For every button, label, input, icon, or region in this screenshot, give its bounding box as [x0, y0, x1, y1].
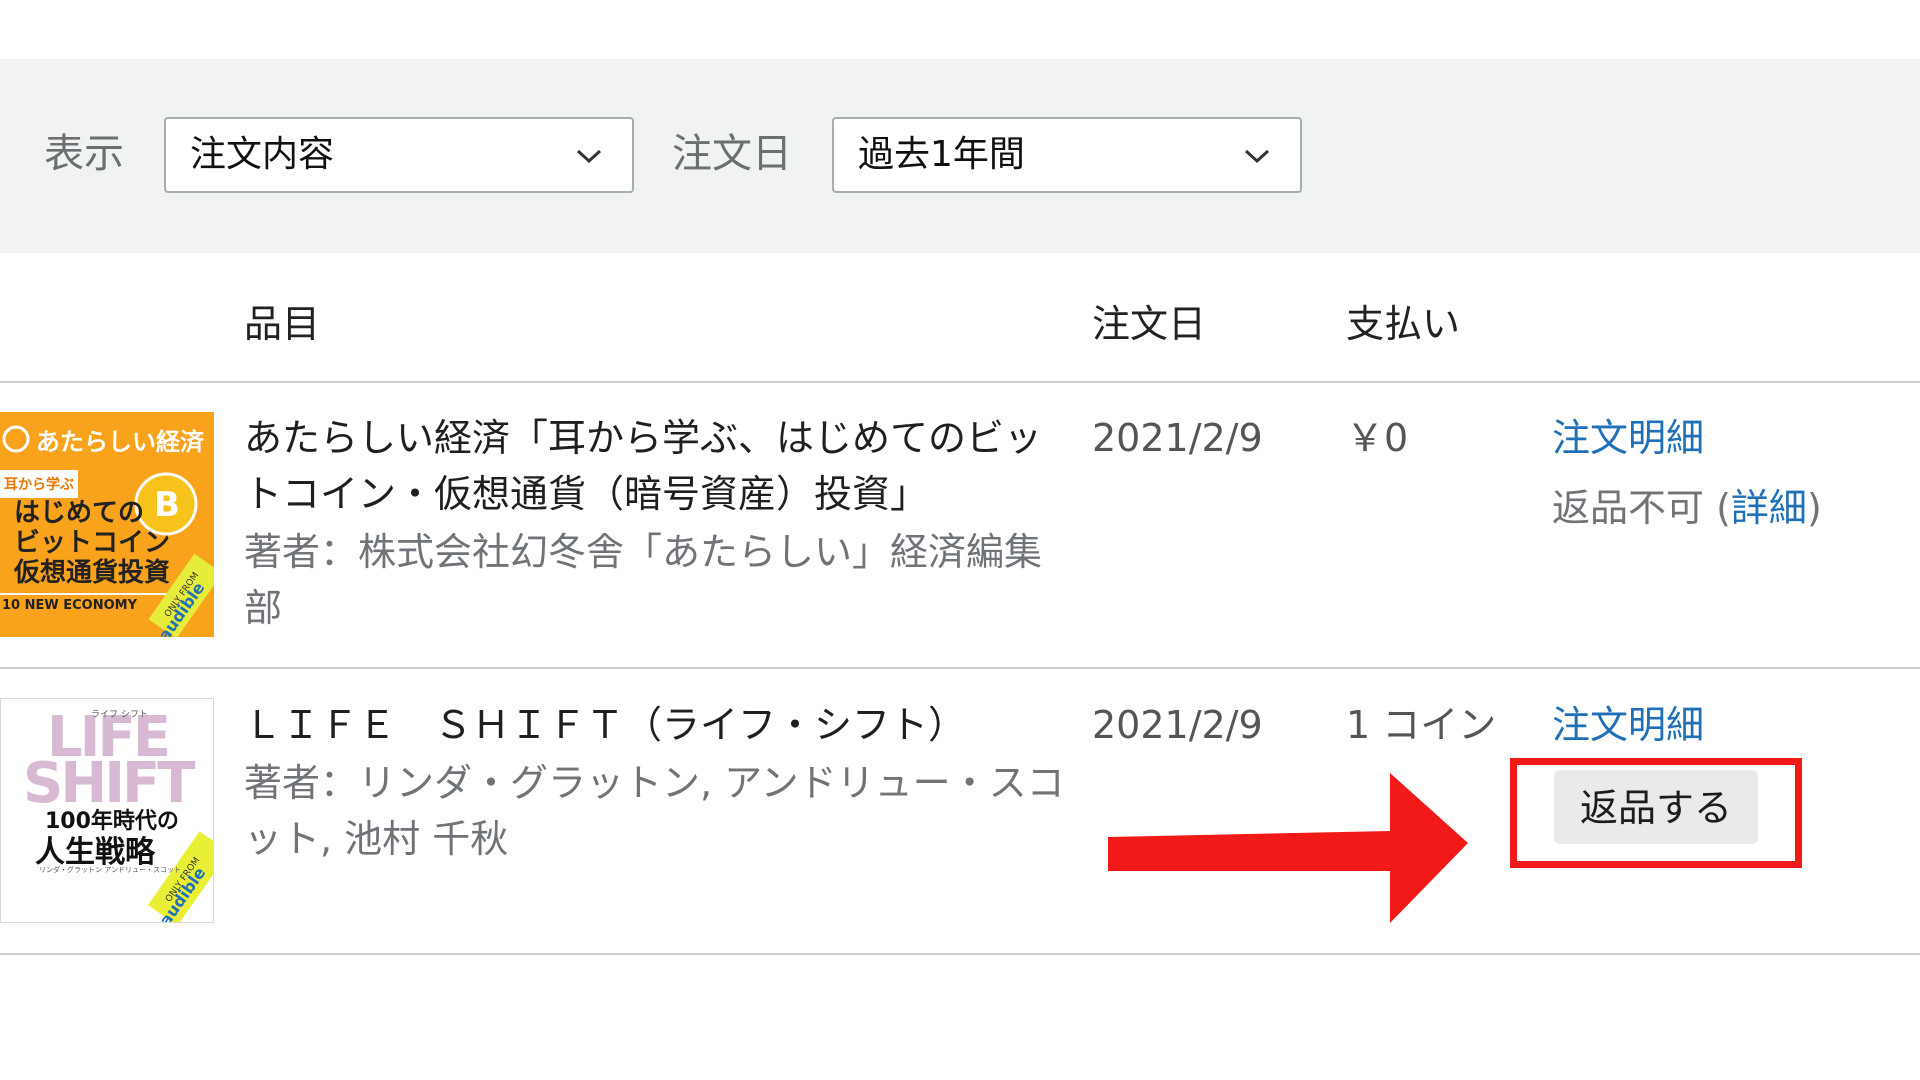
order-1-title-link[interactable]: あたらしい経済「耳から学ぶ、はじめてのビットコイン・仮想通貨（暗号資産）投資」: [244, 410, 1074, 522]
column-header-payment: 支払い: [1346, 302, 1461, 346]
order-2-title-link[interactable]: ＬＩＦＥ ＳＨＩＦＴ（ライフ・シフト）: [244, 697, 1074, 753]
order-1-return-status: 返品不可 (詳細): [1552, 480, 1822, 536]
display-filter-value: 注文内容: [190, 134, 335, 175]
return-paren-close: ): [1806, 486, 1822, 530]
row-divider: [0, 953, 1920, 955]
date-filter-value: 過去1年間: [858, 134, 1025, 175]
chevron-down-icon: [576, 149, 602, 164]
cover-brand-text: あたらしい経済: [36, 428, 204, 456]
return-paren-open: (: [1704, 486, 1731, 530]
cover-footer-text: 10 NEW ECONOMY: [2, 598, 137, 613]
annotation-highlight-box: [1510, 758, 1802, 868]
order-1-author: 著者：株式会社幻冬舎「あたらしい」経済編集部: [244, 530, 1043, 630]
order-2-details-link[interactable]: 注文明細: [1552, 697, 1704, 753]
header-divider: [0, 381, 1920, 383]
annotation-arrow-right-icon: [1108, 773, 1468, 923]
order-2-date: 2021/2/9: [1092, 703, 1263, 747]
order-2-author: 著者：リンダ・グラットン, アンドリュー・スコット, 池村 千秋: [244, 761, 1065, 861]
order-2-payment: 1 コイン: [1346, 703, 1497, 747]
display-filter-label: 表示: [44, 131, 124, 177]
date-filter-select[interactable]: 過去1年間: [832, 117, 1302, 193]
order-history-page: 表示 注文内容 注文日 過去1年間 品目 注文日 支払い B あたらしい経済 耳…: [0, 0, 1920, 1080]
row-divider: [0, 667, 1920, 669]
cover-authors-text: リンダ・グラットン アンドリュー・スコット: [39, 866, 181, 874]
order-1-details-link[interactable]: 注文明細: [1552, 410, 1704, 466]
order-1-payment: ￥0: [1346, 416, 1409, 460]
order-1-date: 2021/2/9: [1092, 416, 1263, 460]
display-filter-select[interactable]: 注文内容: [164, 117, 634, 193]
cover-ruby-text: ライフ シフト: [91, 710, 148, 720]
svg-text:B: B: [154, 485, 180, 525]
return-status-text: 返品不可: [1552, 486, 1705, 530]
date-filter-label: 注文日: [672, 131, 792, 177]
chevron-down-icon: [1244, 149, 1270, 164]
column-header-order-date: 注文日: [1092, 302, 1207, 346]
column-header-item: 品目: [244, 302, 321, 346]
book-cover-bitcoin[interactable]: B あたらしい経済 耳から学ぶ はじめての ビットコイン 仮想通貨投資 10 N…: [0, 412, 214, 637]
book-cover-life-shift[interactable]: LIFE SHIFT ライフ シフト 100年時代の 人生戦略 リンダ・グラット…: [0, 698, 214, 923]
cover-tag-text: 耳から学ぶ: [4, 477, 74, 493]
cover-line3-text: 仮想通貨投資: [14, 558, 171, 588]
return-detail-link[interactable]: 詳細: [1731, 486, 1807, 530]
